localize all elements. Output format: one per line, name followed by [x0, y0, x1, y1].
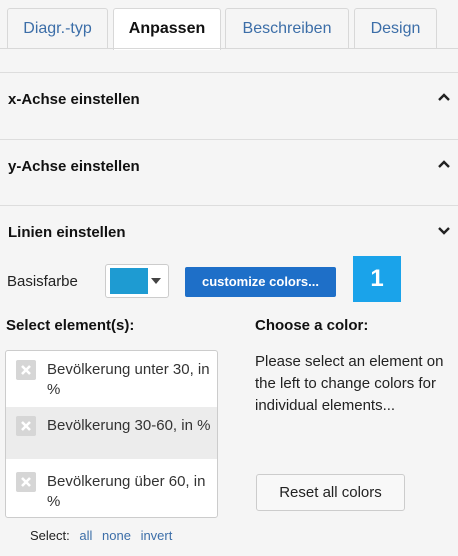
close-icon[interactable] — [16, 360, 36, 380]
close-icon[interactable] — [16, 472, 36, 492]
tab-customize[interactable]: Anpassen — [113, 8, 221, 50]
section-title: Linien einstellen — [8, 224, 126, 241]
select-prefix: Select: — [30, 528, 70, 543]
list-item[interactable]: Bevölkerung 30-60, in % — [6, 407, 217, 459]
select-links: Select: all none invert — [30, 528, 172, 543]
customize-colors-button[interactable]: customize colors... — [185, 267, 336, 297]
section-title: y-Achse einstellen — [8, 158, 140, 175]
tab-divider — [0, 48, 458, 49]
chevron-down-icon[interactable] — [436, 222, 452, 238]
section-x-axis[interactable]: x-Achse einstellen — [0, 72, 458, 128]
chevron-up-icon[interactable] — [436, 156, 452, 172]
list-item-label: Bevölkerung unter 30, in % — [47, 361, 210, 398]
tab-diagram-type[interactable]: Diagr.-typ — [7, 8, 108, 48]
select-none-link[interactable]: none — [102, 528, 131, 543]
list-item-label: Bevölkerung über 60, in % — [47, 473, 206, 510]
color-swatch — [110, 268, 148, 294]
element-list[interactable]: Bevölkerung unter 30, in % Bevölkerung 3… — [5, 350, 218, 518]
base-color-label: Basisfarbe — [7, 273, 78, 290]
list-item[interactable]: Bevölkerung unter 30, in % — [6, 351, 217, 403]
tab-describe[interactable]: Beschreiben — [225, 8, 349, 48]
close-icon[interactable] — [16, 416, 36, 436]
step-badge: 1 — [353, 256, 401, 302]
tab-design[interactable]: Design — [354, 8, 437, 48]
reset-colors-button[interactable]: Reset all colors — [256, 474, 405, 511]
caret-down-icon — [151, 278, 161, 284]
list-item[interactable]: Bevölkerung über 60, in % — [6, 463, 217, 515]
section-lines[interactable]: Linien einstellen — [0, 205, 458, 261]
section-y-axis[interactable]: y-Achse einstellen — [0, 139, 458, 195]
choose-color-heading: Choose a color: — [255, 317, 369, 334]
select-all-link[interactable]: all — [79, 528, 92, 543]
tab-bar: Diagr.-typ Anpassen Beschreiben Design — [0, 0, 458, 56]
select-invert-link[interactable]: invert — [141, 528, 173, 543]
help-text: Please select an element on the left to … — [255, 353, 444, 414]
chevron-up-icon[interactable] — [436, 89, 452, 105]
section-title: x-Achse einstellen — [8, 91, 140, 108]
base-color-picker[interactable] — [105, 264, 169, 298]
list-item-label: Bevölkerung 30-60, in % — [47, 417, 211, 434]
select-elements-heading: Select element(s): — [6, 317, 135, 334]
